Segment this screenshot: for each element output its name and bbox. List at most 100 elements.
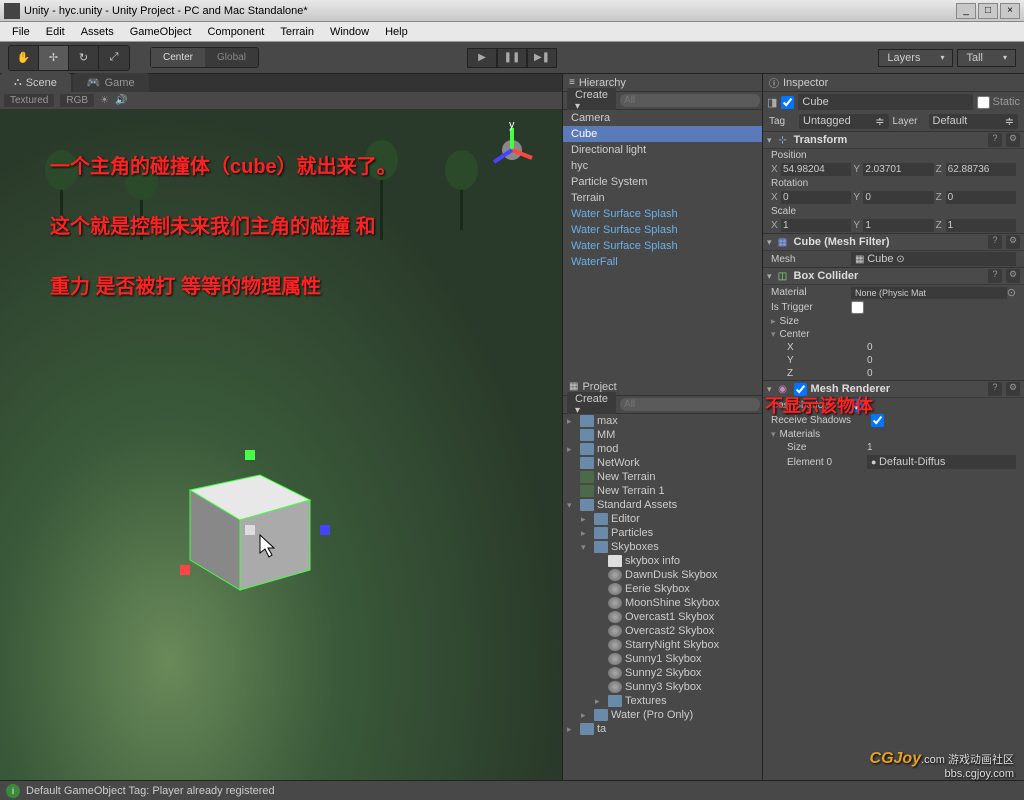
project-search[interactable]	[620, 398, 760, 411]
help-icon[interactable]: ?	[988, 133, 1002, 147]
size-label[interactable]: Size	[780, 316, 860, 327]
center-z[interactable]: 0	[867, 368, 1016, 379]
audio-toggle[interactable]: 🔊	[115, 95, 127, 106]
help-icon[interactable]: ?	[988, 269, 1002, 283]
tree-arrow-icon[interactable]: ▸	[595, 696, 605, 707]
project-item[interactable]: NetWork	[563, 456, 762, 470]
menu-file[interactable]: File	[4, 24, 38, 40]
project-item[interactable]: skybox info	[563, 554, 762, 568]
tree-arrow-icon[interactable]: ▸	[581, 710, 591, 721]
hierarchy-item[interactable]: Camera	[563, 110, 762, 126]
hierarchy-item[interactable]: Water Surface Splash	[563, 206, 762, 222]
scale-y-field[interactable]	[863, 219, 933, 232]
renderer-enabled-checkbox[interactable]	[794, 383, 807, 396]
object-name-field[interactable]	[798, 94, 973, 110]
hand-tool[interactable]: ✋	[9, 46, 39, 70]
material-value[interactable]: None (Physic Mat	[851, 287, 1007, 299]
tree-arrow-icon[interactable]: ▸	[567, 416, 577, 427]
selected-cube[interactable]	[160, 430, 310, 580]
meshrenderer-component[interactable]: ▾ ◉ Mesh Renderer ? ⚙	[763, 380, 1024, 398]
gear-icon[interactable]: ⚙	[1006, 235, 1020, 249]
meshfilter-component[interactable]: ▾ ▦ Cube (Mesh Filter) ? ⚙	[763, 233, 1024, 251]
layers-dropdown[interactable]: Layers	[878, 49, 953, 67]
tree-arrow-icon[interactable]: ▾	[567, 500, 577, 511]
minimize-button[interactable]: _	[956, 3, 976, 19]
center-y[interactable]: 0	[867, 355, 1016, 366]
center-label[interactable]: Center	[780, 329, 860, 340]
menu-help[interactable]: Help	[377, 24, 416, 40]
rotate-tool[interactable]: ↻	[69, 46, 99, 70]
boxcollider-component[interactable]: ▾ ◫ Box Collider ? ⚙	[763, 267, 1024, 285]
project-item[interactable]: ▸Particles	[563, 526, 762, 540]
pos-x-field[interactable]	[781, 163, 851, 176]
scene-viewport[interactable]: y 一个主角的碰撞体（cube）就出来了。 这个就是控制未来我们主角的碰撞 和 …	[0, 110, 562, 800]
tree-arrow-icon[interactable]: ▾	[581, 542, 591, 553]
menu-component[interactable]: Component	[199, 24, 272, 40]
static-toggle[interactable]: Static	[977, 96, 1020, 109]
hierarchy-item[interactable]: WaterFall	[563, 254, 762, 270]
layer-dropdown[interactable]: Default≑	[929, 114, 1019, 129]
tab-game[interactable]: 🎮Game	[73, 73, 149, 92]
project-item[interactable]: ▸ta	[563, 722, 762, 736]
tree-arrow-icon[interactable]: ▸	[567, 724, 577, 735]
foldout-icon[interactable]: ▾	[767, 237, 772, 248]
menu-window[interactable]: Window	[322, 24, 377, 40]
pivot-global[interactable]: Global	[205, 48, 258, 67]
center-x[interactable]: 0	[867, 342, 1016, 353]
pivot-center[interactable]: Center	[151, 48, 205, 67]
inspector-header[interactable]: ⓘInspector	[763, 74, 1024, 92]
gear-icon[interactable]: ⚙	[1006, 382, 1020, 396]
tree-arrow-icon[interactable]: ▸	[581, 514, 591, 525]
castshadows-checkbox[interactable]	[851, 399, 864, 412]
project-item[interactable]: Eerie Skybox	[563, 582, 762, 596]
play-button[interactable]: ▶	[467, 48, 497, 68]
help-icon[interactable]: ?	[988, 382, 1002, 396]
foldout-icon[interactable]: ▾	[767, 271, 772, 282]
project-item[interactable]: ▸mod	[563, 442, 762, 456]
menu-gameobject[interactable]: GameObject	[122, 24, 200, 40]
project-item[interactable]: Overcast1 Skybox	[563, 610, 762, 624]
hierarchy-item[interactable]: hyc	[563, 158, 762, 174]
tree-arrow-icon[interactable]: ▸	[567, 444, 577, 455]
project-item[interactable]: ▾Skyboxes	[563, 540, 762, 554]
tab-scene[interactable]: ⛬Scene	[0, 73, 71, 92]
hierarchy-item[interactable]: Water Surface Splash	[563, 238, 762, 254]
scale-x-field[interactable]	[781, 219, 851, 232]
project-item[interactable]: ▸Editor	[563, 512, 762, 526]
pause-button[interactable]: ❚❚	[497, 48, 527, 68]
maximize-button[interactable]: □	[978, 3, 998, 19]
project-item[interactable]: Sunny2 Skybox	[563, 666, 762, 680]
rot-z-field[interactable]	[946, 191, 1016, 204]
transform-component[interactable]: ▾ ⊹ Transform ? ⚙	[763, 131, 1024, 149]
move-tool[interactable]: ✢	[39, 46, 69, 70]
project-item[interactable]: New Terrain 1	[563, 484, 762, 498]
rendermode-dropdown[interactable]: RGB	[60, 94, 94, 107]
gear-icon[interactable]: ⚙	[1006, 269, 1020, 283]
pos-z-field[interactable]	[946, 163, 1016, 176]
hierarchy-item[interactable]: Water Surface Splash	[563, 222, 762, 238]
pivot-toggle[interactable]: Center Global	[150, 47, 259, 68]
close-button[interactable]: ×	[1000, 3, 1020, 19]
project-tree[interactable]: ▸maxMM▸modNetWorkNew TerrainNew Terrain …	[563, 414, 762, 800]
menu-terrain[interactable]: Terrain	[272, 24, 322, 40]
project-item[interactable]: ▸max	[563, 414, 762, 428]
project-item[interactable]: Overcast2 Skybox	[563, 624, 762, 638]
hierarchy-item[interactable]: Terrain	[563, 190, 762, 206]
tag-dropdown[interactable]: Untagged≑	[799, 114, 889, 129]
project-item[interactable]: DawnDusk Skybox	[563, 568, 762, 582]
project-item[interactable]: ▸Textures	[563, 694, 762, 708]
scale-tool[interactable]: ⤢	[99, 46, 129, 70]
project-item[interactable]: MoonShine Skybox	[563, 596, 762, 610]
gear-icon[interactable]: ⚙	[1006, 133, 1020, 147]
hierarchy-search[interactable]	[620, 94, 760, 107]
hierarchy-item[interactable]: Cube	[563, 126, 762, 142]
element0-value[interactable]: ● Default-Diffus	[867, 455, 1016, 469]
rot-y-field[interactable]	[863, 191, 933, 204]
pos-y-field[interactable]	[863, 163, 933, 176]
mesh-value[interactable]: ▦ Cube ⊙	[851, 252, 1016, 266]
object-active-checkbox[interactable]	[781, 96, 794, 109]
project-item[interactable]: ▸Water (Pro Only)	[563, 708, 762, 722]
menu-assets[interactable]: Assets	[73, 24, 122, 40]
tree-arrow-icon[interactable]: ▸	[581, 528, 591, 539]
project-item[interactable]: StarryNight Skybox	[563, 638, 762, 652]
